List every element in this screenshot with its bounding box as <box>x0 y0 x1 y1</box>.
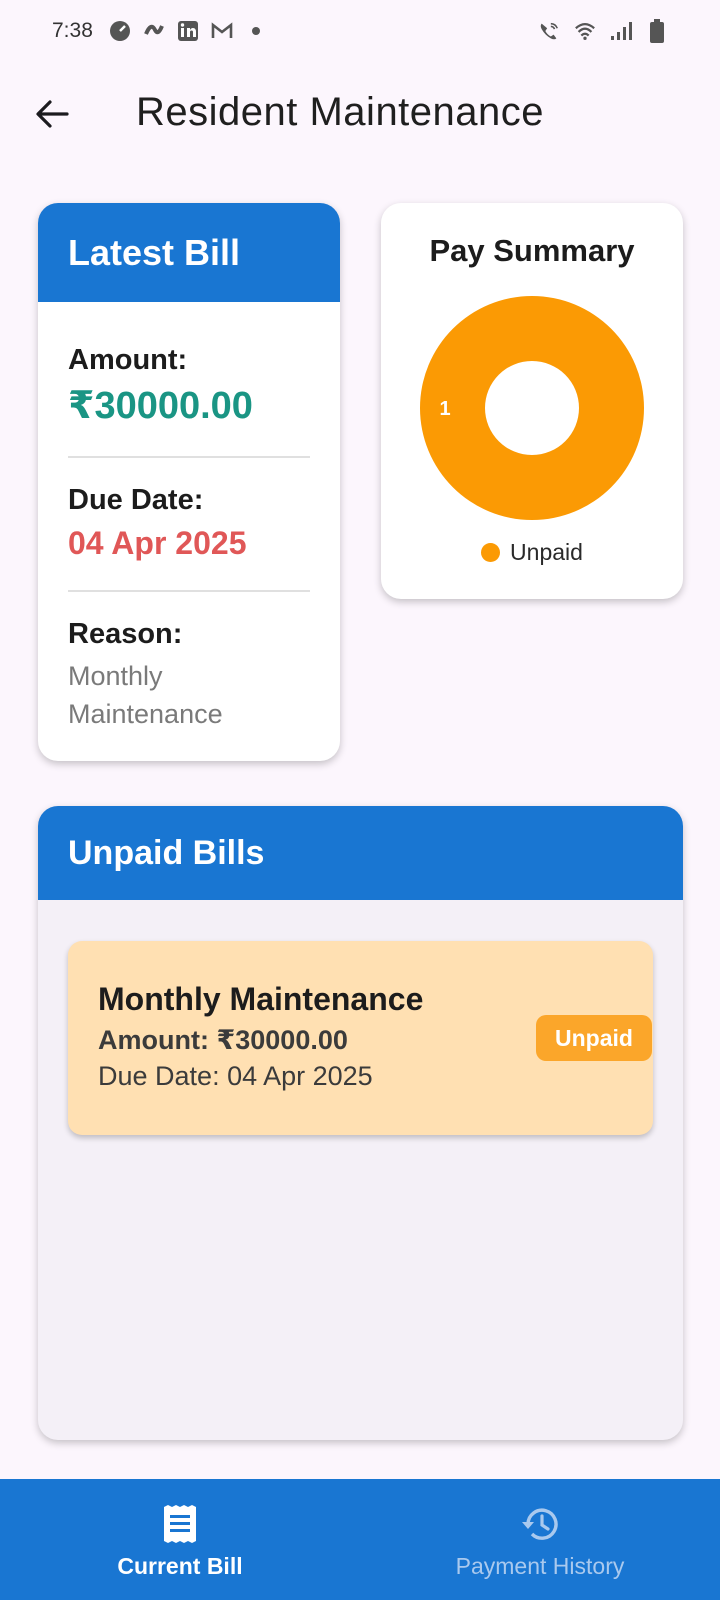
bottom-navigation: Current Bill Payment History <box>0 1479 720 1600</box>
pie-data-label: 1 <box>439 398 450 420</box>
reason-value-line: Maintenance <box>68 699 223 729</box>
signal-icon <box>610 20 632 42</box>
receipt-icon <box>164 1505 196 1543</box>
back-button[interactable] <box>30 92 74 136</box>
status-time: 7:38 <box>52 19 93 42</box>
bill-due-date: Due Date: 04 Apr 2025 <box>98 1061 373 1091</box>
pay-summary-card: Pay Summary 1 Unpaid <box>381 203 683 599</box>
nav-label: Current Bill <box>117 1553 243 1579</box>
reason-value-line: Monthly <box>68 661 163 691</box>
chart-legend: Unpaid <box>381 539 683 566</box>
battery-icon <box>646 19 668 43</box>
dot-icon <box>245 20 267 42</box>
app-icon <box>143 20 165 42</box>
status-badge: Unpaid <box>536 1015 652 1061</box>
nav-item-payment-history[interactable]: Payment History <box>360 1479 720 1600</box>
legend-label-unpaid: Unpaid <box>510 539 583 565</box>
pay-summary-donut-chart: 1 <box>420 296 644 520</box>
status-bar: 7:38 <box>0 0 720 62</box>
bill-title: Monthly Maintenance <box>98 981 424 1017</box>
pay-summary-title: Pay Summary <box>429 233 635 268</box>
legend-dot-unpaid <box>481 543 501 562</box>
unpaid-bills-card: Unpaid Bills Monthly Maintenance Amount:… <box>38 806 683 1440</box>
bill-amount: Amount: ₹30000.00 <box>98 1025 348 1055</box>
reason-label: Reason: <box>68 618 183 650</box>
amount-value: ₹30000.00 <box>68 385 253 427</box>
due-date-value: 04 Apr 2025 <box>68 525 247 561</box>
nav-item-current-bill[interactable]: Current Bill <box>0 1479 360 1600</box>
amount-label: Amount: <box>68 344 188 376</box>
latest-bill-header: Latest Bill <box>38 203 340 302</box>
app-bar: Resident Maintenance <box>0 76 720 152</box>
wifi-icon <box>574 20 596 42</box>
gmail-icon <box>211 20 233 42</box>
pie-slice-unpaid <box>420 296 644 520</box>
list-item[interactable]: Monthly Maintenance Amount: ₹30000.00 Du… <box>68 941 653 1135</box>
page-title: Resident Maintenance <box>136 90 545 134</box>
linkedin-icon <box>177 20 199 42</box>
nav-label: Payment History <box>455 1553 625 1579</box>
due-date-label: Due Date: <box>68 484 204 516</box>
speedometer-icon <box>109 20 131 42</box>
latest-bill-card: Latest Bill Amount: ₹30000.00 Due Date: … <box>38 203 340 761</box>
arrow-left-icon <box>36 100 69 128</box>
unpaid-bills-header: Unpaid Bills <box>38 806 683 900</box>
reason-value: Monthly Maintenance <box>68 657 310 733</box>
history-icon <box>522 1508 558 1540</box>
wifi-call-icon <box>538 20 560 42</box>
